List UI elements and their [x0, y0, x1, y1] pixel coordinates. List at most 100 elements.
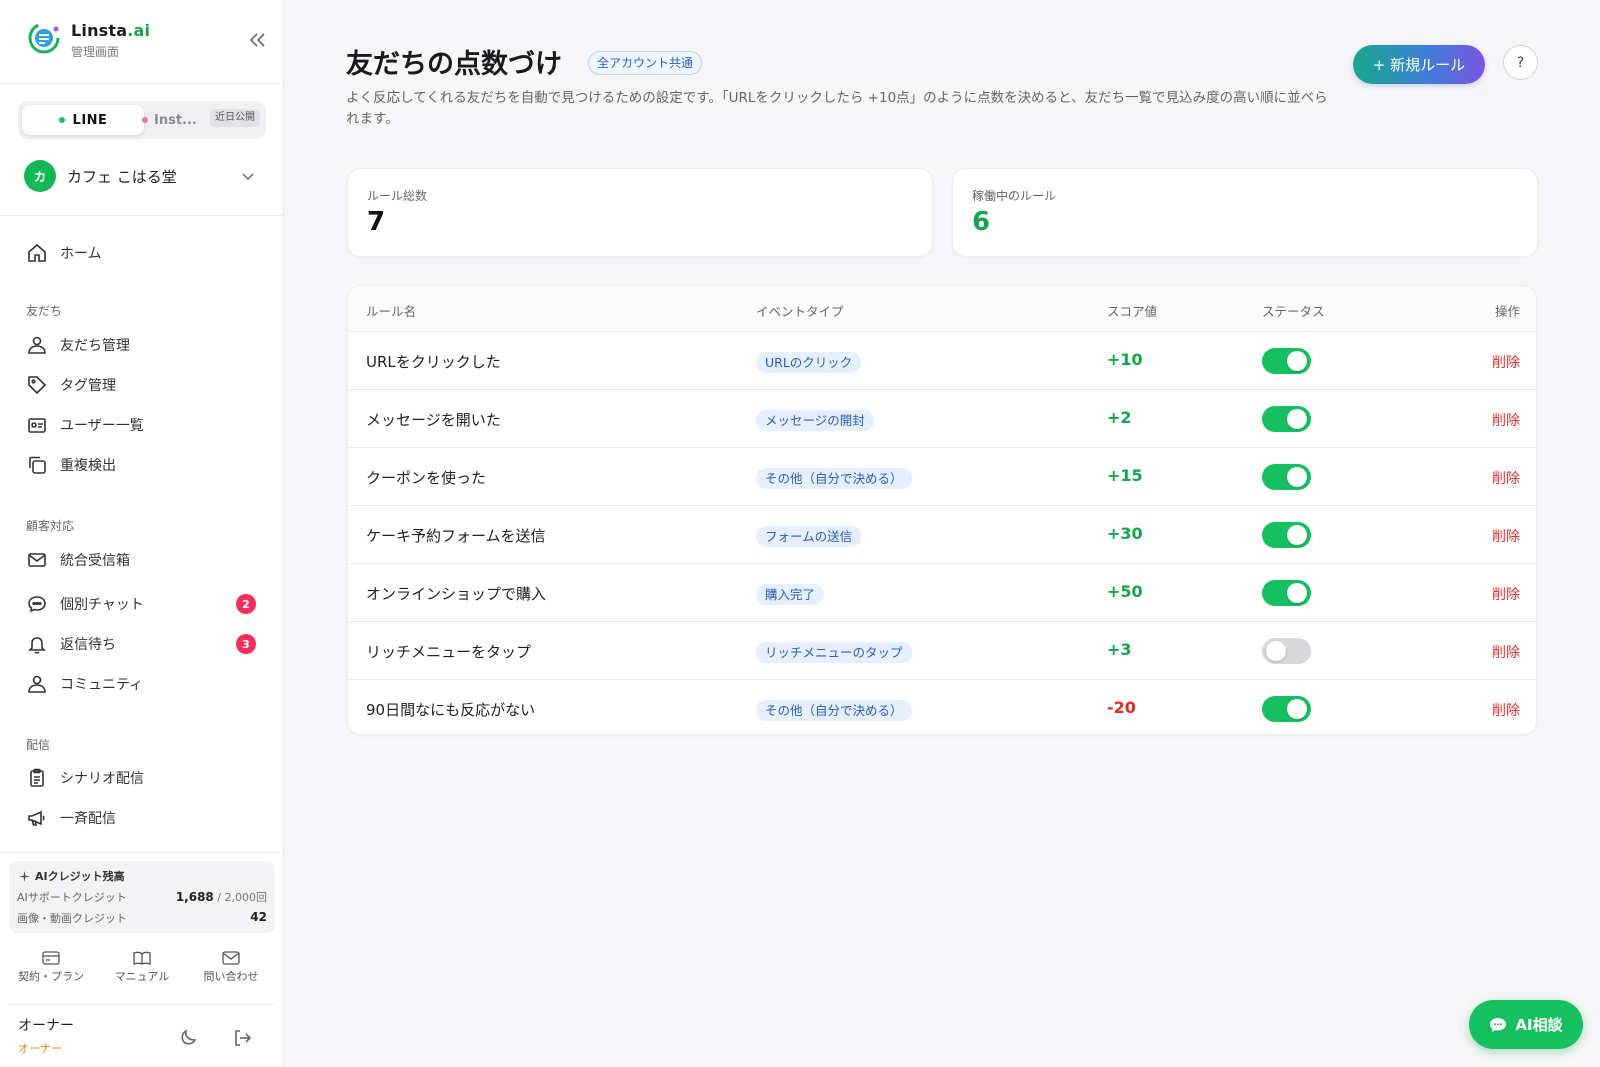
- nav-section-support: 顧客対応: [26, 519, 75, 533]
- sidebar-item-label: コミュニティ: [60, 677, 144, 693]
- sidebar-item-label: 返信待ち: [60, 637, 116, 653]
- ai-credits-panel: AIクレジット残高 AIサポートクレジット 1,688 / 2,000回 画像・…: [9, 861, 275, 933]
- stat-card-total: ルール総数 7: [347, 168, 933, 257]
- sidebar: Linsta.ai 管理画面 LINE Inst... 近日公開 カ カフェ こ…: [0, 0, 284, 1067]
- credits-title: AIクレジット残高: [19, 868, 125, 884]
- rule-name: ケーキ予約フォームを送信: [366, 527, 546, 545]
- column-header-score: スコア値: [1107, 304, 1158, 319]
- sidebar-item-scenario[interactable]: シナリオ配信: [26, 764, 262, 792]
- table-row: 90日間なにも反応がない その他（自分で決める） -20 削除: [348, 680, 1536, 734]
- score-value: +30: [1107, 524, 1143, 543]
- status-toggle[interactable]: [1262, 406, 1311, 432]
- brand-name: Linsta.ai: [71, 21, 151, 40]
- sidebar-item-waiting[interactable]: 返信待ち 3: [26, 630, 262, 658]
- table-row: クーポンを使った その他（自分で決める） +15 削除: [348, 448, 1536, 506]
- table-row: URLをクリックした URLのクリック +10 削除: [348, 332, 1536, 390]
- copy-icon: [29, 456, 46, 474]
- rules-table: ルール名 イベントタイプ スコア値 ステータス 操作 URLをクリックした URL…: [347, 285, 1537, 735]
- table-header: ルール名 イベントタイプ スコア値 ステータス 操作: [348, 286, 1536, 332]
- stat-label: ルール総数: [367, 189, 428, 203]
- moon-icon[interactable]: [178, 1027, 200, 1049]
- sidebar-item-broadcast[interactable]: 一斉配信: [26, 804, 262, 832]
- delete-button[interactable]: 削除: [1492, 700, 1520, 720]
- sidebar-item-tags[interactable]: タグ管理: [26, 371, 262, 399]
- sidebar-item-chat[interactable]: 個別チャット 2: [26, 590, 262, 618]
- delete-button[interactable]: 削除: [1492, 526, 1520, 546]
- manual-link[interactable]: マニュアル: [97, 951, 187, 984]
- channel-tab-line[interactable]: LINE: [22, 105, 144, 135]
- toggle-knob: [1287, 409, 1307, 429]
- score-value: +15: [1107, 466, 1143, 485]
- event-type-badge: フォームの送信: [756, 526, 862, 547]
- stat-card-active: 稼働中のルール 6: [952, 168, 1538, 257]
- sidebar-item-community[interactable]: コミュニティ: [26, 670, 262, 698]
- delete-button[interactable]: 削除: [1492, 468, 1520, 488]
- score-value: -20: [1107, 698, 1136, 717]
- brand-logo-icon: [28, 22, 60, 54]
- toggle-knob: [1266, 641, 1286, 661]
- sidebar-item-duplicates[interactable]: 重複検出: [26, 451, 262, 479]
- column-header-name: ルール名: [366, 304, 417, 319]
- ai-chat-button[interactable]: AI相談: [1469, 1000, 1583, 1049]
- logout-icon[interactable]: [231, 1027, 253, 1049]
- channel-tab-instagram[interactable]: Inst...: [142, 105, 208, 135]
- sidebar-item-users[interactable]: ユーザー一覧: [26, 411, 262, 439]
- status-toggle[interactable]: [1262, 348, 1311, 374]
- status-toggle[interactable]: [1262, 638, 1311, 664]
- community-icon: [28, 675, 46, 693]
- divider: [0, 83, 283, 84]
- page-title: 友だちの点数づけ: [346, 49, 562, 80]
- new-rule-button[interactable]: + 新規ルール: [1353, 45, 1485, 84]
- event-type-badge: 購入完了: [756, 584, 825, 605]
- page-description: よく反応してくれる友だちを自動で見つけるための設定です。「URLをクリックしたら…: [346, 90, 1328, 127]
- home-icon: [28, 243, 46, 262]
- table-row: メッセージを開いた メッセージの開封 +2 削除: [348, 390, 1536, 448]
- collapse-sidebar-icon[interactable]: [244, 28, 270, 52]
- event-type-badge: URLのクリック: [756, 352, 862, 373]
- plan-link[interactable]: 契約・プラン: [6, 951, 96, 984]
- brand[interactable]: Linsta.ai 管理画面: [26, 20, 266, 62]
- status-toggle[interactable]: [1262, 696, 1311, 722]
- event-type-badge: メッセージの開封: [756, 410, 874, 431]
- score-value: +10: [1107, 350, 1143, 369]
- account-selector[interactable]: カ カフェ こはる堂: [24, 160, 260, 192]
- status-toggle[interactable]: [1262, 464, 1311, 490]
- user-name: オーナー: [18, 1018, 74, 1034]
- sidebar-item-label: 個別チャット: [60, 597, 144, 613]
- id-card-icon: [28, 418, 46, 433]
- unread-badge: 3: [236, 634, 256, 654]
- rule-name: オンラインショップで購入: [366, 585, 547, 603]
- column-header-event: イベントタイプ: [756, 304, 844, 319]
- sidebar-item-label: 一斉配信: [60, 811, 116, 827]
- account-name: カフェ こはる堂: [67, 168, 177, 186]
- contact-link[interactable]: 問い合わせ: [186, 951, 276, 984]
- toggle-knob: [1287, 583, 1307, 603]
- column-header-action: 操作: [1494, 304, 1520, 319]
- delete-button[interactable]: 削除: [1492, 642, 1520, 662]
- sidebar-item-inbox[interactable]: 統合受信箱: [26, 546, 262, 574]
- people-icon: [28, 336, 46, 354]
- rule-name: リッチメニューをタップ: [366, 643, 532, 661]
- toggle-knob: [1287, 525, 1307, 545]
- rule-name: クーポンを使った: [366, 469, 487, 487]
- delete-button[interactable]: 削除: [1492, 410, 1520, 430]
- status-toggle[interactable]: [1262, 522, 1311, 548]
- card-icon: [42, 951, 60, 965]
- toggle-knob: [1287, 699, 1307, 719]
- help-button[interactable]: ?: [1503, 45, 1538, 80]
- toggle-knob: [1287, 351, 1307, 371]
- sidebar-item-home[interactable]: ホーム: [26, 239, 262, 267]
- toggle-knob: [1287, 467, 1307, 487]
- delete-button[interactable]: 削除: [1492, 352, 1520, 372]
- sidebar-item-label: ホーム: [60, 246, 102, 262]
- stat-label: 稼働中のルール: [972, 189, 1057, 203]
- divider: [8, 1004, 274, 1005]
- sidebar-item-friends-manage[interactable]: 友だち管理: [26, 331, 262, 359]
- ai-chat-label: AI相談: [1515, 1016, 1563, 1034]
- stat-value: 7: [367, 207, 386, 237]
- status-toggle[interactable]: [1262, 580, 1311, 606]
- bell-icon: [28, 637, 46, 654]
- brand-subtitle: 管理画面: [71, 45, 120, 59]
- delete-button[interactable]: 削除: [1492, 584, 1520, 604]
- table-row: オンラインショップで購入 購入完了 +50 削除: [348, 564, 1536, 622]
